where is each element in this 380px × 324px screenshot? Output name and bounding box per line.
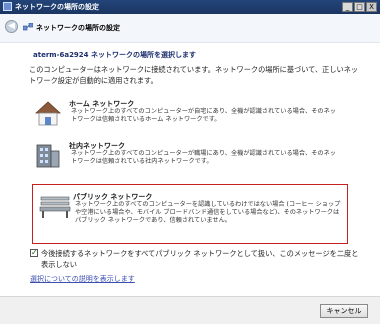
- option-text: ネットワーク上のすべてのコンピューターが自宅にあり、全機が認識されている場合、そ…: [71, 108, 336, 123]
- house-icon: [34, 101, 62, 126]
- back-button[interactable]: ◀: [5, 20, 18, 33]
- dialog-footer: キャンセル: [0, 296, 380, 324]
- option-home-network[interactable]: ホーム ネットワーク ネットワーク上のすべてのコンピューターが自宅にあり、全機が…: [33, 99, 343, 131]
- help-link[interactable]: 選択についての説明を表示します: [30, 274, 135, 284]
- network-icon: [3, 2, 12, 11]
- subtitle: aterm-6a2924 ネットワークの場所を選択します: [33, 51, 196, 59]
- minimize-button[interactable]: _: [342, 2, 353, 12]
- maximize-button[interactable]: □: [354, 2, 365, 12]
- option-text: ネットワーク上のすべてのコンピューターを認識しているわけではない場合 (コーヒー…: [75, 201, 341, 224]
- description: このコンピューターはネットワークに接続されています。ネットワークの場所に基づいて…: [29, 65, 359, 85]
- close-button[interactable]: X: [366, 2, 377, 12]
- page-title: ネットワークの場所の設定: [36, 24, 120, 32]
- dialog-header: ◀ ネットワークの場所の設定: [0, 14, 380, 43]
- window-controls: _ □ X: [341, 2, 377, 12]
- network-location-icon: [23, 23, 33, 31]
- cancel-button[interactable]: キャンセル: [320, 304, 368, 318]
- checkbox-label: 今後接続するネットワークをすべてパブリック ネットワークとして扱い、このメッセー…: [41, 249, 359, 269]
- window-title: ネットワークの場所の設定: [15, 3, 99, 11]
- option-text: ネットワーク上のすべてのコンピューターが職場にあり、全機が認識されている場合、そ…: [71, 150, 336, 165]
- public-default-checkbox[interactable]: ✓: [30, 249, 38, 257]
- option-public-network[interactable]: パブリック ネットワーク ネットワーク上のすべてのコンピューターを認識しているわ…: [32, 184, 348, 244]
- office-building-icon: [36, 144, 60, 168]
- option-work-network[interactable]: 社内ネットワーク ネットワーク上のすべてのコンピューターが職場にあり、全機が認識…: [33, 141, 343, 173]
- park-bench-icon: [39, 196, 71, 218]
- title-bar: ネットワークの場所の設定 _ □ X: [0, 0, 380, 14]
